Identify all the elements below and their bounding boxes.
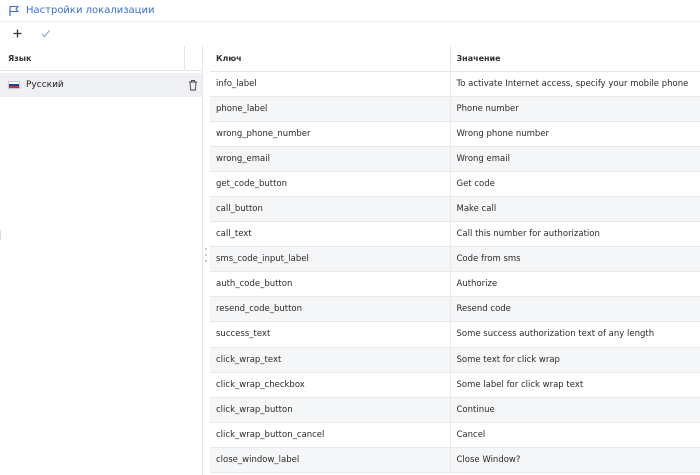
value-cell[interactable]: Call this number for authorization: [450, 221, 700, 248]
table-row[interactable]: wrong_phone_number Wrong phone number: [210, 121, 700, 147]
page-title: Настройки локализации: [26, 5, 155, 16]
value-cell[interactable]: To activate Internet access, specify you…: [450, 71, 700, 97]
value-cell[interactable]: Phone number: [450, 96, 700, 122]
translations-table: Ключ Значение info_label To activate Inte…: [210, 46, 700, 475]
key-cell: phone_label: [210, 96, 451, 122]
key-cell: click_wrap_button_cancel: [210, 422, 451, 448]
table-row[interactable]: info_label To activate Internet access, s…: [210, 71, 700, 97]
table-row[interactable]: sms_code_input_label Code from sms: [210, 246, 700, 273]
panel-splitter[interactable]: [204, 248, 208, 262]
key-cell: click_wrap_button: [210, 397, 451, 423]
value-cell[interactable]: Make call: [450, 196, 700, 223]
trash-icon[interactable]: [188, 79, 198, 91]
value-cell[interactable]: Close Window?: [450, 447, 700, 474]
language-column-header: Язык: [0, 46, 202, 71]
toolbar: [0, 22, 700, 44]
value-cell[interactable]: Continue: [450, 397, 700, 423]
key-cell: wrong_phone_number: [210, 121, 451, 147]
key-cell: click_wrap_text: [210, 347, 451, 373]
table-row[interactable]: success_text Some success authorization t…: [210, 321, 700, 348]
table-row[interactable]: click_wrap_checkbox Some label for click …: [210, 372, 700, 398]
table-row[interactable]: click_wrap_text Some text for click wrap: [210, 347, 700, 373]
value-column-header[interactable]: Значение: [450, 46, 700, 72]
column-divider: [184, 46, 185, 71]
value-cell[interactable]: Code from sms: [450, 246, 700, 273]
table-row[interactable]: wrong_email Wrong email: [210, 146, 700, 172]
key-cell: call_text: [210, 221, 451, 248]
language-item-russian[interactable]: Русский: [0, 73, 202, 97]
language-column-label: Язык: [8, 53, 32, 63]
value-cell[interactable]: Get code: [450, 171, 700, 197]
value-cell[interactable]: Some label for click wrap text: [450, 372, 700, 398]
language-label: Русский: [26, 80, 64, 90]
key-cell: close_window_label: [210, 447, 451, 474]
add-button[interactable]: [8, 24, 26, 42]
value-cell[interactable]: Wrong email: [450, 146, 700, 172]
table-row[interactable]: get_code_button Get code: [210, 171, 700, 197]
value-cell[interactable]: Resend code: [450, 296, 700, 323]
key-cell: click_wrap_checkbox: [210, 372, 451, 398]
key-cell: resend_code_button: [210, 296, 451, 323]
table-row[interactable]: click_wrap_button_cancel Cancel: [210, 422, 700, 448]
table-row[interactable]: call_button Make call: [210, 196, 700, 223]
key-cell: call_button: [210, 196, 451, 223]
table-row[interactable]: close_window_label Close Window?: [210, 447, 700, 474]
flag-outline-icon: [9, 5, 19, 16]
confirm-button[interactable]: [36, 24, 54, 42]
value-cell[interactable]: Authorize: [450, 271, 700, 298]
table-header-row: Ключ Значение: [210, 46, 700, 72]
key-cell: sms_code_input_label: [210, 246, 451, 273]
table-row[interactable]: click_wrap_button Continue: [210, 397, 700, 423]
localization-settings-page: Настройки локализации Язык Русский Ключ …: [0, 0, 700, 475]
table-row[interactable]: auth_code_button Authorize: [210, 271, 700, 298]
table-row[interactable]: resend_code_button Resend code: [210, 296, 700, 323]
ru-flag-icon: [8, 81, 20, 89]
key-cell: wrong_email: [210, 146, 451, 172]
collapse-handle[interactable]: [0, 230, 3, 240]
key-cell: success_text: [210, 321, 451, 348]
key-cell: info_label: [210, 71, 451, 97]
page-header: Настройки локализации: [0, 0, 700, 22]
value-cell[interactable]: Some text for click wrap: [450, 347, 700, 373]
key-column-header[interactable]: Ключ: [210, 46, 451, 72]
value-cell[interactable]: Wrong phone number: [450, 121, 700, 147]
plus-icon: [13, 29, 21, 37]
language-panel: Язык Русский: [0, 46, 203, 475]
table-row[interactable]: call_text Call this number for authorizat…: [210, 221, 700, 248]
value-cell[interactable]: Some success authorization text of any l…: [450, 321, 700, 348]
check-icon: [41, 29, 50, 37]
value-cell[interactable]: Cancel: [450, 422, 700, 448]
key-cell: auth_code_button: [210, 271, 451, 298]
key-cell: get_code_button: [210, 171, 451, 197]
table-row[interactable]: phone_label Phone number: [210, 96, 700, 122]
